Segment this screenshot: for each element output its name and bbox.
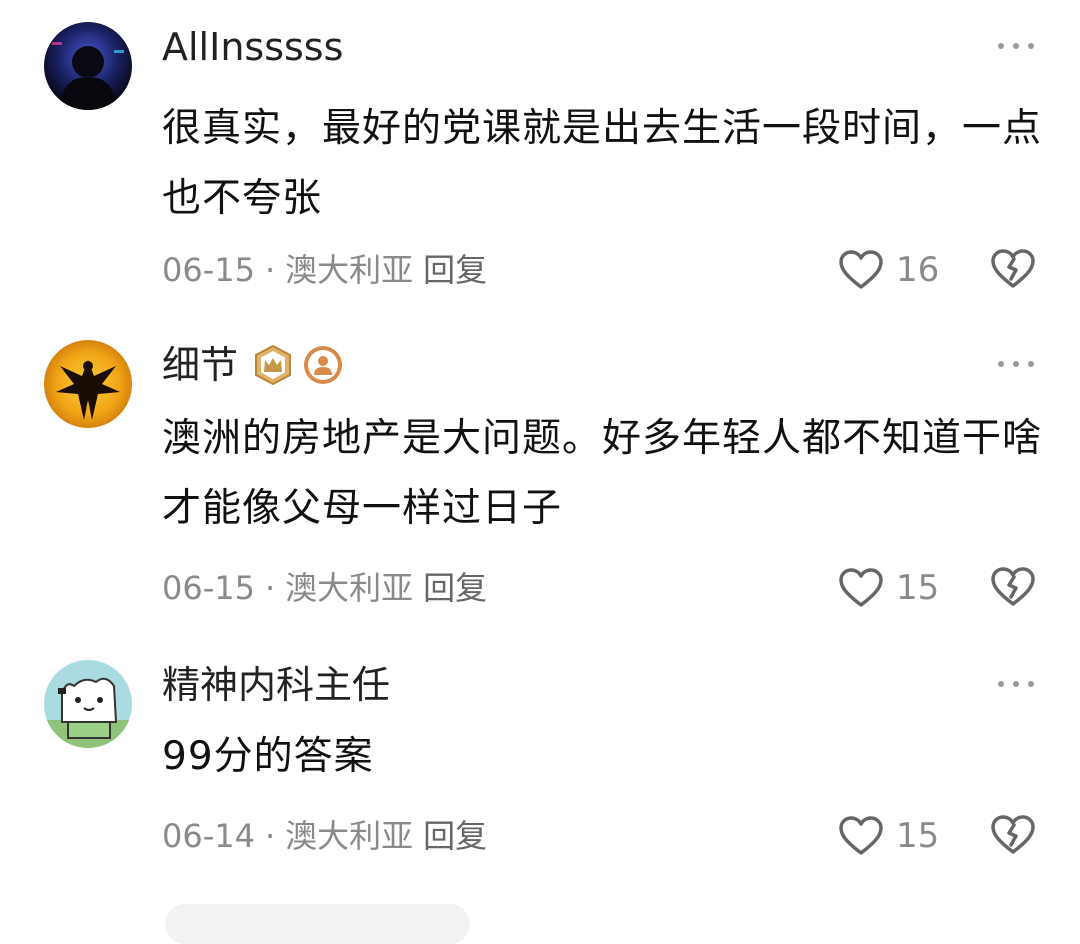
comment-item: 细节 澳洲的房地产是大问题。好多年轻人都不知道干啥才能像父母一样过日子 06-1… [0, 318, 1080, 638]
broken-heart-icon [991, 815, 1035, 854]
username-text: AllInsssss [162, 25, 344, 69]
reply-button[interactable]: 回复 [423, 817, 487, 855]
comment-meta: 06-15 · 澳大利亚 回复 [162, 250, 487, 290]
comment-text: 澳洲的房地产是大问题。好多年轻人都不知道干啥才能像父母一样过日子 [162, 416, 1043, 531]
dislike-button[interactable] [990, 248, 1036, 292]
broken-heart-icon [991, 249, 1035, 288]
crown-badge-icon [255, 344, 292, 386]
comment-date: 06-15 [162, 569, 255, 607]
like-count: 16 [896, 250, 940, 290]
username-text: 细节 [162, 343, 239, 387]
comment-item: 精神内科主任 99分的答案 06-14 · 澳大利亚 回复 15 [0, 638, 1080, 898]
meta-separator: · [264, 251, 276, 289]
avatar[interactable] [44, 660, 132, 748]
heart-icon [839, 250, 883, 289]
reply-button[interactable]: 回复 [423, 251, 487, 289]
heart-icon [839, 816, 883, 855]
comment-location: 澳大利亚 [285, 251, 414, 289]
partial-reply-pill[interactable] [165, 904, 470, 944]
username[interactable]: 细节 [162, 340, 344, 390]
more-options-icon[interactable] [998, 354, 1034, 374]
more-options-icon[interactable] [998, 674, 1034, 694]
meta-separator: · [264, 817, 276, 855]
broken-heart-icon [991, 567, 1035, 606]
username-text: 精神内科主任 [162, 663, 391, 707]
reply-button[interactable]: 回复 [423, 569, 487, 607]
comment-text: 99分的答案 [162, 734, 374, 779]
dislike-button[interactable] [990, 814, 1036, 858]
dislike-button[interactable] [990, 566, 1036, 610]
more-options-icon[interactable] [998, 36, 1034, 56]
comment-meta: 06-15 · 澳大利亚 回复 [162, 568, 487, 608]
avatar[interactable] [44, 22, 132, 110]
like-count: 15 [896, 568, 940, 608]
username[interactable]: AllInsssss [162, 22, 343, 72]
like-count: 15 [896, 816, 940, 856]
cartoon-cat-avatar-icon [44, 660, 132, 748]
comment-date: 06-15 [162, 251, 255, 289]
like-button[interactable]: 16 [838, 248, 939, 292]
like-button[interactable]: 15 [838, 814, 939, 858]
comment-item: AllInsssss 很真实，最好的党课就是出去生活一段时间，一点也不夸张 06… [0, 0, 1080, 318]
avatar[interactable] [44, 340, 132, 428]
meta-separator: · [264, 569, 276, 607]
comment-location: 澳大利亚 [285, 817, 414, 855]
comment-text: 很真实，最好的党课就是出去生活一段时间，一点也不夸张 [162, 106, 1043, 221]
dark-figure-avatar-icon [44, 22, 132, 110]
comment-date: 06-14 [162, 817, 255, 855]
like-button[interactable]: 15 [838, 566, 939, 610]
phoenix-avatar-icon [44, 340, 132, 428]
comment-meta: 06-14 · 澳大利亚 回复 [162, 816, 487, 856]
user-badge-icon [304, 346, 343, 384]
username[interactable]: 精神内科主任 [162, 660, 390, 710]
heart-icon [839, 568, 883, 607]
comment-location: 澳大利亚 [285, 569, 414, 607]
